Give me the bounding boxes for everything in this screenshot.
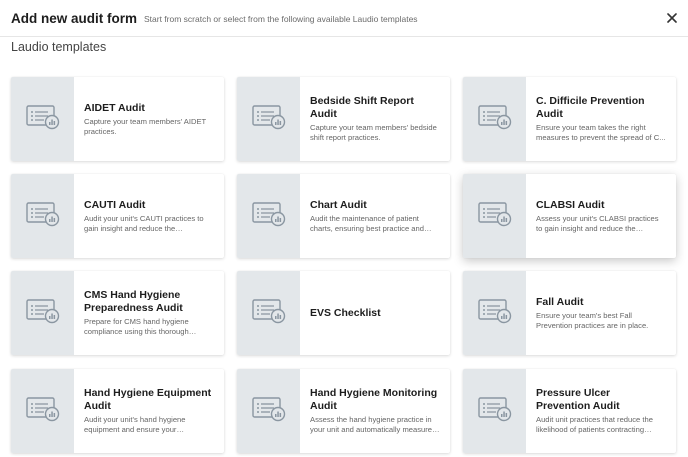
template-title: Chart Audit (310, 198, 367, 211)
template-title: CLABSI Audit (536, 198, 605, 211)
form-template-icon (25, 396, 60, 427)
template-thumbnail (11, 174, 74, 258)
template-description: Ensure your team takes the right measure… (536, 123, 666, 142)
template-card[interactable]: Fall Audit Ensure your team's best Fall P… (463, 271, 676, 355)
template-card-body: CAUTI Audit Audit your unit's CAUTI pract… (74, 174, 224, 258)
template-title: Bedside Shift Report Audit (310, 95, 414, 120)
template-card-body: Fall Audit Ensure your team's best Fall P… (526, 271, 676, 355)
template-card-body: Chart Audit Audit the maintenance of pati… (300, 174, 450, 258)
template-title: Fall Audit (536, 295, 584, 308)
template-description: Prepare for CMS hand hygiene compliance … (84, 317, 189, 336)
form-template-icon (477, 298, 512, 329)
template-grid: AIDET Audit Capture your team members' AI… (0, 0, 688, 457)
template-card[interactable]: Hand Hygiene Monitoring Audit Assess the … (237, 369, 450, 453)
template-title: CAUTI Audit (84, 198, 146, 211)
template-description: Ensure your team's best Fall Prevention … (536, 310, 649, 330)
template-thumbnail (237, 77, 300, 161)
form-template-icon (251, 298, 286, 329)
form-template-icon (251, 396, 286, 427)
template-description: Audit your unit's CAUTI practices to gai… (84, 213, 204, 233)
template-card-body: C. Difficile Prevention Audit Ensure your… (526, 77, 676, 161)
template-card-body: AIDET Audit Capture your team members' AI… (74, 77, 224, 161)
template-title: EVS Checklist (310, 306, 381, 319)
template-description: Audit your unit's hand hygiene equipment… (84, 415, 186, 434)
form-template-icon (477, 104, 512, 135)
template-description: Assess the hand hygiene practice in your… (310, 415, 432, 434)
form-template-icon (477, 396, 512, 427)
form-template-icon (25, 298, 60, 329)
template-card-body: CMS Hand Hygiene Preparedness Audit Prepa… (74, 271, 224, 355)
template-description: Capture your team members' bedside shift… (310, 123, 437, 142)
template-title: AIDET Audit (84, 101, 145, 114)
form-template-icon (25, 104, 60, 135)
template-card-body: CLABSI Audit Assess your unit's CLABSI pr… (526, 174, 676, 258)
template-card[interactable]: CLABSI Audit Assess your unit's CLABSI pr… (463, 174, 676, 258)
template-card[interactable]: Hand Hygiene Equipment Audit Audit your u… (11, 369, 224, 453)
template-thumbnail (237, 369, 300, 453)
template-card[interactable]: Pressure Ulcer Prevention Audit Audit uni… (463, 369, 676, 453)
template-card[interactable]: AIDET Audit Capture your team members' AI… (11, 77, 224, 161)
template-card[interactable]: Chart Audit Audit the maintenance of pati… (237, 174, 450, 258)
template-card-body: Hand Hygiene Monitoring Audit Assess the … (300, 369, 450, 453)
template-card-body: Bedside Shift Report Audit Capture your t… (300, 77, 450, 161)
template-card[interactable]: CAUTI Audit Audit your unit's CAUTI pract… (11, 174, 224, 258)
form-template-icon (25, 201, 60, 232)
template-thumbnail (11, 271, 74, 355)
template-title: Hand Hygiene Equipment Audit (84, 387, 212, 412)
template-card-body: Pressure Ulcer Prevention Audit Audit uni… (526, 369, 676, 453)
template-thumbnail (11, 369, 74, 453)
form-template-icon (251, 104, 286, 135)
template-card[interactable]: CMS Hand Hygiene Preparedness Audit Prepa… (11, 271, 224, 355)
template-card[interactable]: EVS Checklist (237, 271, 450, 355)
template-thumbnail (463, 271, 526, 355)
template-description: Assess your unit's CLABSI practices to g… (536, 213, 659, 233)
template-title: C. Difficile Prevention Audit (536, 95, 645, 120)
template-description: Audit the maintenance of patient charts,… (310, 213, 424, 233)
template-thumbnail (463, 77, 526, 161)
template-thumbnail (237, 271, 300, 355)
template-thumbnail (11, 77, 74, 161)
form-template-icon (251, 201, 286, 232)
template-thumbnail (463, 174, 526, 258)
template-description: Audit unit practices that reduce the lik… (536, 415, 653, 434)
template-title: Hand Hygiene Monitoring Audit (310, 387, 438, 412)
template-description: Capture your team members' AIDET practic… (84, 116, 207, 136)
template-title: Pressure Ulcer Prevention Audit (536, 387, 620, 412)
template-card[interactable]: C. Difficile Prevention Audit Ensure your… (463, 77, 676, 161)
template-title: CMS Hand Hygiene Preparedness Audit (84, 289, 183, 314)
template-card[interactable]: Bedside Shift Report Audit Capture your t… (237, 77, 450, 161)
template-thumbnail (237, 174, 300, 258)
template-card-body: EVS Checklist (300, 271, 450, 355)
template-thumbnail (463, 369, 526, 453)
template-card-body: Hand Hygiene Equipment Audit Audit your u… (74, 369, 224, 453)
form-template-icon (477, 201, 512, 232)
